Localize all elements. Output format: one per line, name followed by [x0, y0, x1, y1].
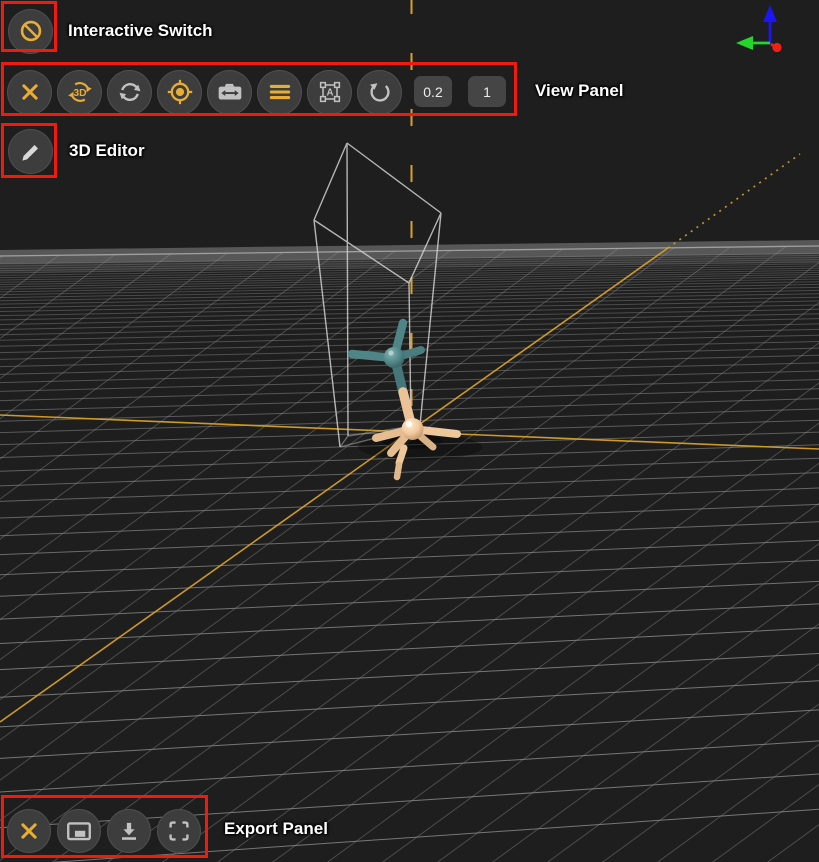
close-export-button[interactable] [7, 809, 51, 853]
camera-pan-button[interactable] [207, 70, 252, 115]
y-axis-dotted-line [668, 154, 800, 248]
speed-input[interactable] [414, 76, 452, 107]
rotate-ccw-icon [366, 78, 394, 106]
download-button[interactable] [107, 809, 151, 853]
close-view-button[interactable] [7, 70, 52, 115]
reset-rotation-button[interactable] [357, 70, 402, 115]
axes-gizmo[interactable] [736, 5, 782, 52]
3d-viewport[interactable] [0, 0, 819, 862]
fullscreen-button[interactable] [157, 809, 201, 853]
pencil-icon [17, 138, 45, 166]
recenter-button[interactable] [157, 70, 202, 115]
interactive-switch-label: Interactive Switch [68, 21, 213, 41]
menu-button[interactable] [257, 70, 302, 115]
svg-text:3D: 3D [73, 88, 86, 99]
view-panel-label: View Panel [535, 81, 624, 101]
rotate-3d-button[interactable]: 3D [57, 70, 102, 115]
refresh-button[interactable] [107, 70, 152, 115]
ban-icon [17, 17, 45, 45]
svg-text:A: A [326, 88, 333, 99]
select-area-icon: A [316, 78, 344, 106]
menu-icon [266, 78, 294, 106]
y-axis-line [0, 248, 668, 722]
close-icon [15, 817, 43, 845]
export-panel-label: Export Panel [224, 819, 328, 839]
snapshot-button[interactable] [57, 809, 101, 853]
camera-pan-icon [216, 78, 244, 106]
select-area-button[interactable]: A [307, 70, 352, 115]
close-icon [16, 78, 44, 106]
rotate-3d-icon: 3D [66, 78, 94, 106]
pip-icon [65, 817, 93, 845]
interactive-switch-button[interactable] [8, 9, 53, 54]
target-icon [166, 78, 194, 106]
scale-input[interactable] [468, 76, 506, 107]
editor-label: 3D Editor [69, 141, 145, 161]
fullscreen-icon [165, 817, 193, 845]
3d-viewer-stage: 3D A [0, 0, 819, 862]
teal-torso-sphere [384, 347, 405, 368]
download-icon [115, 817, 143, 845]
tan-torso-sphere [402, 418, 424, 440]
refresh-icon [116, 78, 144, 106]
edit-3d-button[interactable] [8, 129, 53, 174]
